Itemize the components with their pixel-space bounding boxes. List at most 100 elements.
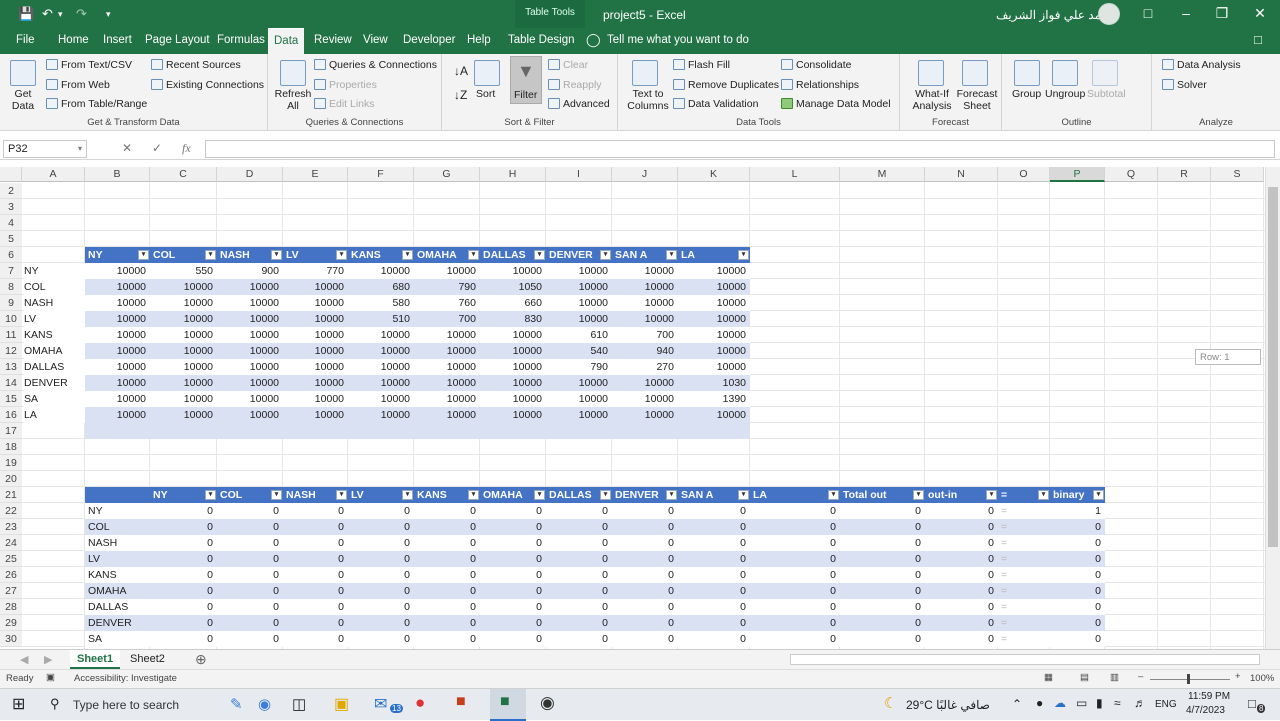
table1-cell[interactable]: 10000 (546, 391, 612, 407)
forecast-sheet-button[interactable]: Forecast Sheet (956, 88, 998, 112)
table2-cell[interactable]: 0 (612, 615, 678, 631)
filter-dropdown-icon[interactable]: ▾ (1038, 490, 1049, 500)
filter-dropdown-icon[interactable]: ▾ (336, 490, 347, 500)
table2-cell[interactable]: 0 (612, 583, 678, 599)
table2-cell[interactable]: 0 (150, 551, 217, 567)
table1-cell[interactable]: 10000 (546, 263, 612, 279)
excel-taskbar-button[interactable]: ■ (490, 689, 526, 721)
row-header[interactable]: 9 (0, 295, 22, 311)
table1-cell[interactable]: 10000 (480, 391, 546, 407)
obs-icon[interactable]: ◉ (540, 693, 555, 713)
table2-cell[interactable]: 0 (612, 599, 678, 615)
column-header[interactable]: A (22, 167, 85, 182)
table2-row-label[interactable]: DENVER (85, 615, 150, 631)
row-header[interactable]: 18 (0, 439, 22, 455)
table2-cell[interactable]: 0 (1050, 615, 1105, 631)
table2-cell[interactable]: 0 (750, 519, 840, 535)
table1-cell[interactable]: 10000 (283, 359, 348, 375)
table2-cell[interactable]: 0 (840, 551, 925, 567)
language-indicator[interactable]: ENG (1155, 699, 1177, 710)
table2-cell[interactable]: 0 (612, 631, 678, 647)
filter-dropdown-icon[interactable]: ▾ (986, 490, 997, 500)
name-box[interactable]: P32 (3, 140, 87, 158)
table2-header[interactable]: DENVER ▾ (612, 487, 678, 503)
formula-input[interactable] (205, 140, 1275, 158)
data-analysis-button[interactable]: Data Analysis (1162, 59, 1241, 71)
table1-cell[interactable]: 10000 (150, 295, 217, 311)
table1-row-label[interactable]: DENVER (24, 375, 85, 391)
table2-cell[interactable]: 0 (1050, 519, 1105, 535)
row-header[interactable]: 21 (0, 487, 22, 503)
table1-cell[interactable]: 580 (348, 295, 414, 311)
table2-cell[interactable]: = (998, 503, 1050, 519)
row-header[interactable]: 3 (0, 199, 22, 215)
tab-help[interactable]: Help (467, 34, 491, 46)
what-if-button[interactable]: What-If Analysis (908, 88, 956, 112)
clock-time[interactable]: 11:59 PM (1188, 691, 1230, 702)
row-header[interactable]: 30 (0, 631, 22, 647)
table1-cell[interactable]: 1030 (678, 375, 750, 391)
table2-cell[interactable]: 0 (750, 631, 840, 647)
taskbar-search[interactable]: Type here to search (73, 698, 179, 712)
table2-cell[interactable]: 0 (678, 599, 750, 615)
table1-cell[interactable]: 10000 (85, 263, 150, 279)
table1-cell[interactable]: 10000 (217, 295, 283, 311)
table2-cell[interactable]: 0 (1050, 535, 1105, 551)
filter-dropdown-icon[interactable]: ▾ (534, 250, 545, 260)
table1-cell[interactable]: 10000 (150, 343, 217, 359)
table2-cell[interactable]: 0 (750, 567, 840, 583)
row-header[interactable]: 25 (0, 551, 22, 567)
filter-dropdown-icon[interactable]: ▾ (336, 250, 347, 260)
table2-row-label[interactable]: NY (85, 503, 150, 519)
copilot-icon[interactable]: ◉ (258, 695, 271, 713)
table2-cell[interactable]: 0 (925, 599, 998, 615)
user-name[interactable]: أحمد علي فواز الشريف (996, 8, 1112, 22)
table2-cell[interactable]: 0 (150, 567, 217, 583)
column-header[interactable]: N (925, 167, 998, 182)
table2-cell[interactable]: 0 (480, 567, 546, 583)
table1-cell[interactable]: 10000 (480, 375, 546, 391)
table1-cell[interactable]: 1050 (480, 279, 546, 295)
filter-dropdown-icon[interactable]: ▾ (600, 490, 611, 500)
customize-qat-icon[interactable]: ▾ (106, 9, 111, 20)
table2-cell[interactable]: 0 (480, 551, 546, 567)
refresh-all-button[interactable]: Refresh All (274, 88, 312, 112)
table1-cell[interactable]: 10000 (283, 343, 348, 359)
table2-header[interactable]: KANS ▾ (414, 487, 480, 503)
consolidate-button[interactable]: Consolidate (781, 59, 851, 71)
table2-cell[interactable]: 0 (150, 503, 217, 519)
row-header[interactable]: 26 (0, 567, 22, 583)
table1-cell[interactable]: 10000 (612, 407, 678, 423)
table1-cell[interactable]: 10000 (348, 327, 414, 343)
table1-cell[interactable]: 10000 (283, 295, 348, 311)
table2-cell[interactable]: 0 (840, 519, 925, 535)
table2-cell[interactable]: 0 (150, 615, 217, 631)
table2-row-label[interactable]: DALLAS (85, 599, 150, 615)
row-header[interactable]: 19 (0, 455, 22, 471)
row-header[interactable]: 2 (0, 183, 22, 199)
column-header[interactable]: S (1211, 167, 1264, 182)
table1-cell[interactable]: 10000 (612, 279, 678, 295)
table2-cell[interactable]: 0 (678, 503, 750, 519)
restore-icon[interactable]: ❐ (1212, 5, 1232, 22)
table2-cell[interactable]: 0 (840, 583, 925, 599)
table1-cell[interactable]: 10000 (85, 311, 150, 327)
table2-cell[interactable]: 0 (1050, 551, 1105, 567)
table1-header[interactable]: LA ▾ (678, 247, 750, 263)
table1-cell[interactable]: 10000 (150, 407, 217, 423)
table2-cell[interactable]: 0 (678, 567, 750, 583)
table1-cell[interactable]: 10000 (546, 407, 612, 423)
table1-cell[interactable]: 10000 (414, 343, 480, 359)
table2-cell[interactable]: 0 (612, 503, 678, 519)
column-header[interactable]: H (480, 167, 546, 182)
table2-cell[interactable]: 0 (283, 535, 348, 551)
table1-row-label[interactable]: KANS (24, 327, 85, 343)
row-header[interactable]: 15 (0, 391, 22, 407)
table1-row-label[interactable]: NASH (24, 295, 85, 311)
table2-cell[interactable]: 0 (217, 599, 283, 615)
table1-row-label[interactable]: SA (24, 391, 85, 407)
insert-function-icon[interactable]: fx (182, 141, 191, 156)
avatar[interactable] (1098, 3, 1120, 25)
table2-cell[interactable]: 0 (217, 631, 283, 647)
manage-model-button[interactable]: Manage Data Model (781, 98, 891, 110)
